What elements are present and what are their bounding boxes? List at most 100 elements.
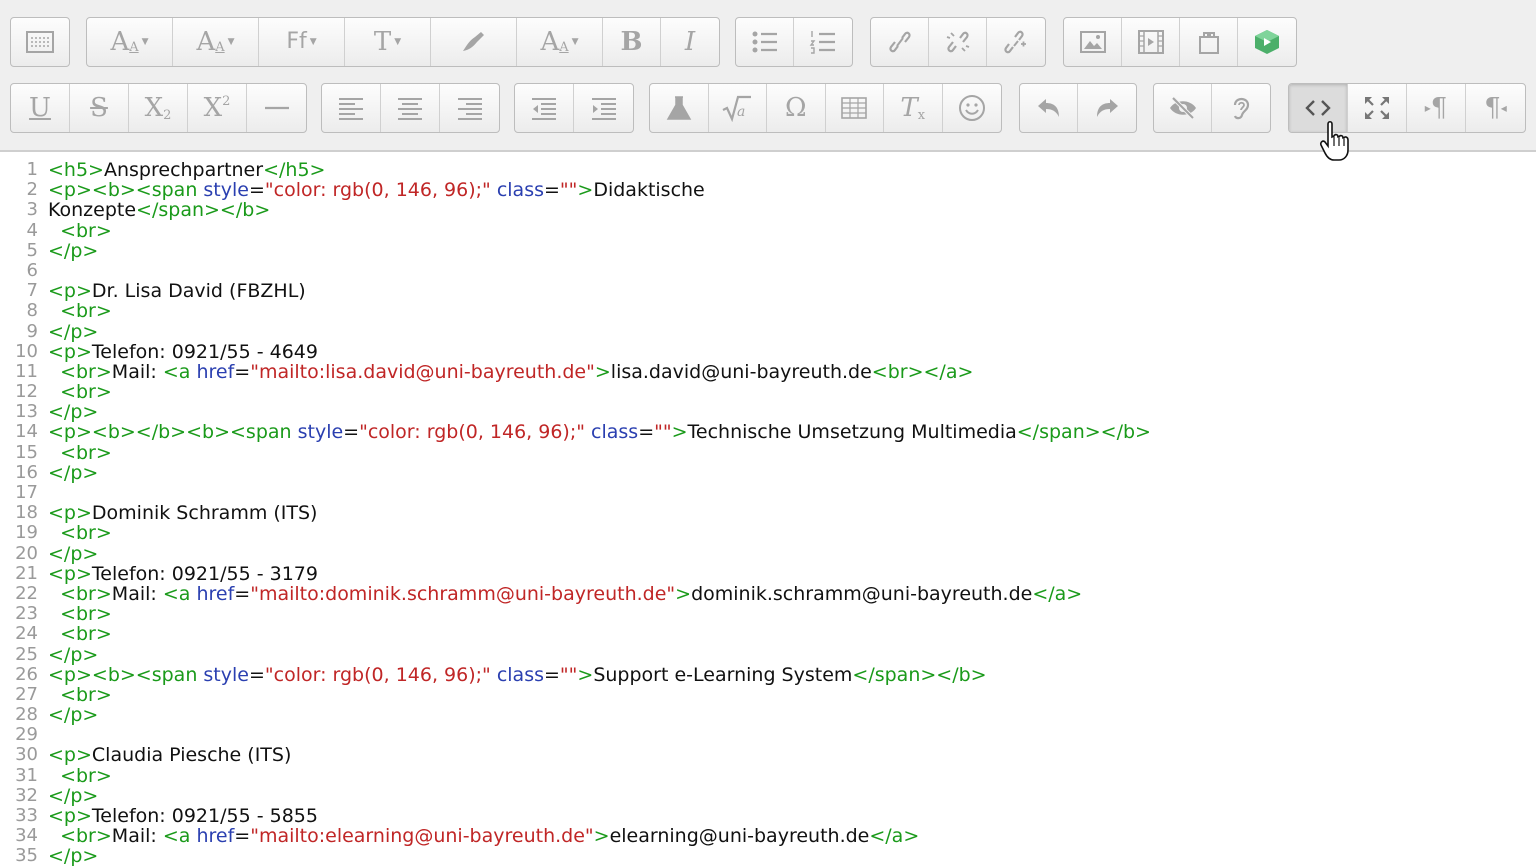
- code-token-str: "mailto:dominik.schramm@uni-bayreuth.de": [250, 582, 676, 605]
- code-line[interactable]: <p>Dr. Lisa David (FBZHL): [48, 281, 1151, 301]
- rtl-button[interactable]: ¶ ◂: [1466, 84, 1525, 132]
- horizontal-rule-button[interactable]: [247, 84, 306, 132]
- font-family-button[interactable]: Ff ▼: [259, 18, 345, 66]
- code-area[interactable]: <h5>Ansprechpartner</h5> <p><b><span styl…: [48, 160, 1151, 867]
- line-number: 8: [26, 300, 38, 322]
- image-button[interactable]: [1064, 18, 1122, 66]
- code-token-tag: <br>: [48, 441, 112, 464]
- code-line[interactable]: <br>Mail: <a href="mailto:elearning@uni-…: [48, 826, 1151, 846]
- code-line[interactable]: ​: [48, 261, 1151, 281]
- align-right-button[interactable]: [440, 84, 499, 132]
- link-button[interactable]: [871, 18, 929, 66]
- code-token-str: "color: rgb(0, 146, 96);": [264, 179, 491, 202]
- code-line[interactable]: <br>Mail: <a href="mailto:dominik.schram…: [48, 584, 1151, 604]
- code-token-tag: </p>: [48, 784, 99, 807]
- code-token-tag: </h5>: [263, 159, 326, 181]
- code-line[interactable]: <p><b><span style="color: rgb(0, 146, 96…: [48, 665, 1151, 685]
- code-token-tag: <h5>: [48, 159, 104, 181]
- fullscreen-button[interactable]: [1348, 84, 1407, 132]
- code-line[interactable]: </p>: [48, 846, 1151, 866]
- align-left-button[interactable]: [322, 84, 381, 132]
- ordered-list-button[interactable]: [794, 18, 852, 66]
- strikethrough-button[interactable]: S: [70, 84, 129, 132]
- code-line[interactable]: <p><b></b><b><span style="color: rgb(0, …: [48, 422, 1151, 442]
- emoticon-button[interactable]: [943, 84, 1002, 132]
- code-line[interactable]: <p>Telefon: 0921/55 - 5855: [48, 806, 1151, 826]
- special-char-button[interactable]: Ω: [767, 84, 826, 132]
- code-line[interactable]: <h5>Ansprechpartner</h5>: [48, 160, 1151, 180]
- line-number: 4: [26, 219, 38, 241]
- code-token-tag: >: [577, 663, 594, 686]
- code-line[interactable]: <br>: [48, 301, 1151, 321]
- highlight-button[interactable]: [431, 18, 517, 66]
- table-button[interactable]: [826, 84, 884, 132]
- indent-button[interactable]: [574, 84, 633, 132]
- accessibility-checker-button[interactable]: [1154, 84, 1212, 132]
- unordered-list-button[interactable]: [736, 18, 794, 66]
- bold-icon: B: [620, 27, 643, 57]
- italic-button[interactable]: I: [661, 18, 719, 66]
- code-line[interactable]: <br>: [48, 523, 1151, 543]
- code-line[interactable]: <br>: [48, 220, 1151, 241]
- code-line[interactable]: </p>: [48, 321, 1151, 342]
- code-token-txt: Dr. Lisa David (FBZHL): [91, 280, 306, 303]
- code-line[interactable]: <br>: [48, 766, 1151, 786]
- code-line[interactable]: <p>Telefon: 0921/55 - 4649: [48, 342, 1151, 362]
- code-line[interactable]: </p>: [48, 644, 1151, 665]
- code-line[interactable]: <p>Dominik Schramm (ITS): [48, 503, 1151, 523]
- text-size-icon: T ▼: [373, 27, 402, 57]
- h5p-button[interactable]: [1238, 18, 1296, 66]
- line-number-gutter: 1 2 3 4 5 6 7 8 9 10 11 12 13 14 15 16 17 18 19 20 21 22 23 24 2…: [0, 159, 38, 867]
- code-line[interactable]: ​: [48, 483, 1151, 503]
- outdent-button[interactable]: [515, 84, 574, 132]
- code-line[interactable]: </p>: [48, 241, 1151, 261]
- equation-button[interactable]: a: [709, 84, 767, 132]
- code-token-tag: <br>: [48, 764, 112, 787]
- html-source-editor[interactable]: 1 2 3 4 5 6 7 8 9 10 11 12 13 14 15 16 17 18 19 20 21 22 23 24 2…: [0, 152, 1536, 868]
- code-line[interactable]: <p>Telefon: 0921/55 - 3179: [48, 564, 1151, 584]
- code-token-txt: Mail:: [111, 360, 163, 383]
- code-line[interactable]: </p>: [48, 705, 1151, 725]
- media-button[interactable]: [1122, 18, 1180, 66]
- clear-formatting-button[interactable]: Tx: [884, 84, 943, 132]
- font-size-button[interactable]: T ▼: [345, 18, 431, 66]
- line-number: 23: [15, 603, 38, 625]
- code-line[interactable]: Konzepte</span></b>: [48, 200, 1151, 220]
- manage-files-button[interactable]: [1180, 18, 1238, 66]
- code-token-tag: <p><b></b><b><span: [48, 421, 298, 444]
- toolbar-toggle-button[interactable]: [11, 18, 69, 66]
- code-line[interactable]: <br>: [48, 604, 1151, 624]
- code-token-tag: <br></a>: [871, 360, 974, 383]
- code-line[interactable]: <br>: [48, 624, 1151, 644]
- unlink-button[interactable]: [929, 18, 987, 66]
- code-line[interactable]: </p>: [48, 402, 1151, 422]
- flask-icon: [664, 94, 694, 122]
- redo-button[interactable]: [1078, 84, 1136, 132]
- code-line[interactable]: </p>: [48, 786, 1151, 806]
- code-line[interactable]: <p><b><span style="color: rgb(0, 146, 96…: [48, 180, 1151, 200]
- bold-button[interactable]: B: [603, 18, 661, 66]
- text-style-button[interactable]: A A ▼: [517, 18, 603, 66]
- code-line[interactable]: <br>: [48, 382, 1151, 402]
- superscript-button[interactable]: X2: [188, 84, 247, 132]
- code-line[interactable]: <p>Claudia Piesche (ITS): [48, 745, 1151, 765]
- style-button[interactable]: A A ▼: [87, 18, 173, 66]
- ltr-button[interactable]: ▸ ¶: [1407, 84, 1466, 132]
- font-color-button[interactable]: A A ▼: [173, 18, 259, 66]
- code-line[interactable]: </p>: [48, 543, 1151, 564]
- brush-icon: [459, 29, 489, 55]
- code-line[interactable]: </p>: [48, 463, 1151, 483]
- code-line[interactable]: <br>: [48, 443, 1151, 463]
- align-center-button[interactable]: [381, 84, 440, 132]
- underline-button[interactable]: U: [11, 84, 70, 132]
- code-line[interactable]: <br>Mail: <a href="mailto:lisa.david@uni…: [48, 362, 1151, 382]
- screenreader-helper-button[interactable]: [1212, 84, 1270, 132]
- undo-button[interactable]: [1020, 84, 1078, 132]
- code-line[interactable]: <br>: [48, 685, 1151, 705]
- italic-icon: I: [684, 27, 696, 57]
- code-token-tag: <br>: [48, 300, 112, 323]
- auto-link-button[interactable]: [987, 18, 1045, 66]
- subscript-button[interactable]: X2: [129, 84, 188, 132]
- code-line[interactable]: ​: [48, 725, 1151, 745]
- chemistry-button[interactable]: [650, 84, 709, 132]
